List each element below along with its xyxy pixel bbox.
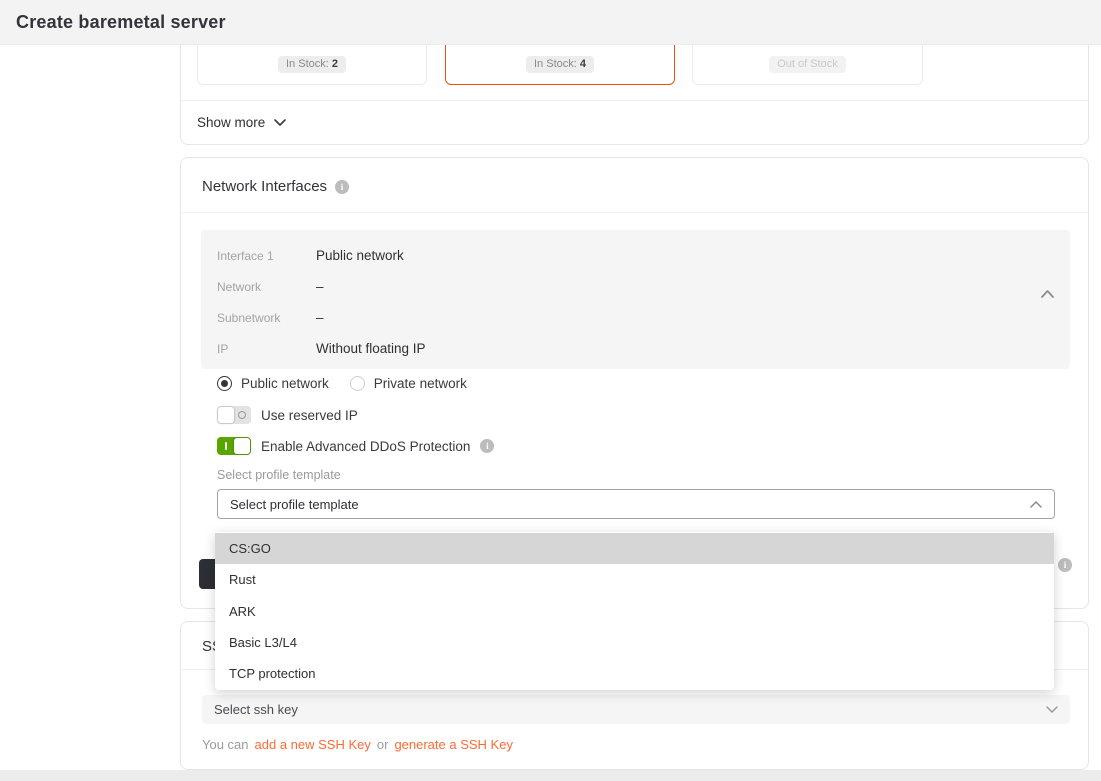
content-area: In Stock: 2 In Stock: 4 Out of Stock Sho…: [0, 45, 1101, 770]
ddos-toggle-on[interactable]: [217, 437, 251, 455]
use-reserved-ip-row: Use reserved IP: [217, 406, 358, 424]
stock-card-row: In Stock: 2 In Stock: 4 Out of Stock: [181, 45, 1088, 101]
summary-value: –: [316, 310, 324, 325]
create-baremetal-page: Create baremetal server In Stock: 2 In S…: [0, 0, 1101, 781]
summary-value: Public network: [316, 248, 404, 263]
summary-value: –: [316, 279, 324, 294]
info-icon[interactable]: i: [1058, 558, 1072, 572]
profile-template-select[interactable]: Select profile template: [217, 489, 1055, 519]
radio-selected-icon: [217, 376, 232, 391]
dropdown-option-tcp-protection[interactable]: TCP protection: [215, 658, 1054, 689]
collapse-interface-chevron-up-icon[interactable]: [1041, 290, 1054, 298]
profile-template-field-label: Select profile template: [217, 468, 341, 482]
info-icon[interactable]: i: [335, 180, 349, 194]
summary-row: Subnetwork –: [217, 302, 1070, 333]
page-title: Create baremetal server: [16, 12, 226, 33]
hint-text: or: [377, 737, 389, 752]
summary-row: IP Without floating IP: [217, 333, 1070, 364]
ddos-protection-row: Enable Advanced DDoS Protection i: [217, 437, 494, 455]
ssh-hint-row: You can add a new SSH Key or generate a …: [202, 737, 513, 752]
generate-ssh-key-link[interactable]: generate a SSH Key: [394, 737, 513, 752]
chevron-up-icon: [1030, 501, 1042, 508]
flavor-option-1[interactable]: In Stock: 2: [197, 45, 427, 85]
flavor-stock-card: In Stock: 2 In Stock: 4 Out of Stock Sho…: [180, 45, 1089, 145]
summary-label: IP: [217, 342, 316, 356]
page-header: Create baremetal server: [0, 0, 1101, 45]
ssh-key-select[interactable]: Select ssh key: [202, 695, 1070, 724]
hint-text: You can: [202, 737, 249, 752]
network-interfaces-title: Network Interfaces: [202, 178, 327, 195]
summary-value: Without floating IP: [316, 341, 426, 356]
profile-template-dropdown: CS:GO Rust ARK Basic L3/L4 TCP protectio…: [215, 532, 1054, 690]
out-of-stock-badge: Out of Stock: [769, 56, 846, 73]
dropdown-option-basic-l3l4[interactable]: Basic L3/L4: [215, 627, 1054, 658]
select-value: Select ssh key: [214, 702, 298, 717]
dropdown-option-rust[interactable]: Rust: [215, 564, 1054, 595]
radio-unselected-icon: [350, 376, 365, 391]
divider: [181, 212, 1088, 213]
radio-label: Public network: [241, 376, 329, 391]
network-type-radio-group: Public network Private network: [217, 376, 467, 391]
toggle-label: Enable Advanced DDoS Protection: [261, 439, 470, 454]
chevron-down-icon: [274, 119, 286, 126]
dropdown-option-csgo[interactable]: CS:GO: [215, 533, 1054, 564]
chevron-down-icon: [1046, 706, 1058, 713]
summary-row: Network –: [217, 271, 1070, 302]
radio-label: Private network: [374, 376, 467, 391]
summary-label: Network: [217, 280, 316, 294]
toggle-label: Use reserved IP: [261, 408, 358, 423]
flavor-option-3-out-of-stock: Out of Stock: [692, 45, 923, 85]
show-more-label: Show more: [197, 115, 265, 130]
show-more-button[interactable]: Show more: [197, 115, 286, 130]
add-ssh-key-link[interactable]: add a new SSH Key: [255, 737, 371, 752]
radio-public-network[interactable]: Public network: [217, 376, 329, 391]
section-title-row: Network Interfaces i: [202, 178, 349, 195]
summary-label: Subnetwork: [217, 311, 316, 325]
radio-private-network[interactable]: Private network: [350, 376, 467, 391]
stock-badge: In Stock: 2: [278, 56, 346, 73]
summary-row: Interface 1 Public network: [217, 240, 1070, 271]
summary-label: Interface 1: [217, 249, 316, 263]
dropdown-option-ark[interactable]: ARK: [215, 596, 1054, 627]
flavor-option-2-selected[interactable]: In Stock: 4: [445, 45, 675, 85]
info-icon[interactable]: i: [480, 439, 494, 453]
interface-summary-panel: Interface 1 Public network Network – Sub…: [201, 230, 1070, 369]
reserved-ip-toggle-off[interactable]: [217, 406, 251, 424]
stock-badge: In Stock: 4: [526, 56, 594, 73]
select-value: Select profile template: [230, 497, 359, 512]
